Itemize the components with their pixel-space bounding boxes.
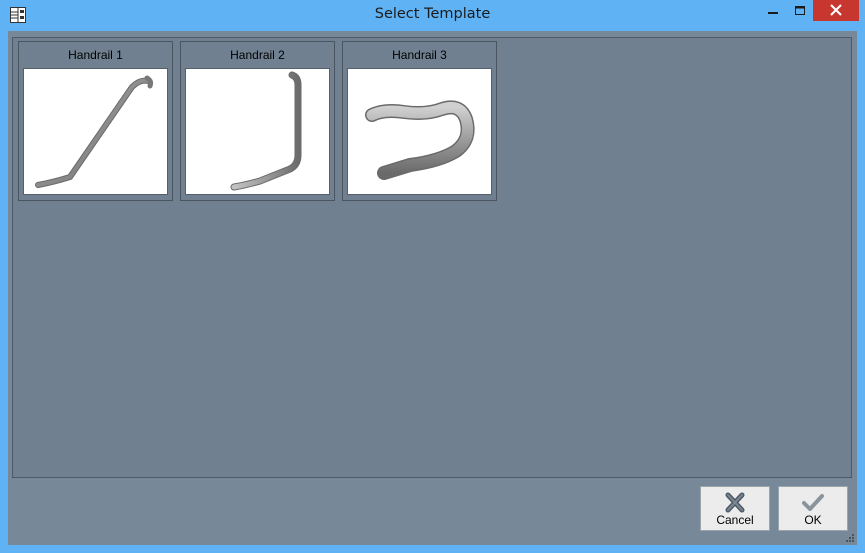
cancel-x-icon	[725, 492, 745, 513]
close-button[interactable]	[813, 0, 859, 21]
cancel-button[interactable]: Cancel	[700, 486, 770, 531]
checkmark-icon	[802, 494, 824, 511]
template-card-handrail-2[interactable]: Handrail 2	[180, 41, 335, 201]
maximize-button[interactable]	[785, 0, 815, 22]
template-label: Handrail 1	[68, 48, 123, 62]
title-bar[interactable]: Select Template	[0, 0, 865, 31]
template-card-handrail-1[interactable]: Handrail 1	[18, 41, 173, 201]
template-thumbnail	[23, 68, 168, 195]
ok-button[interactable]: OK	[778, 486, 848, 531]
template-gallery: Handrail 1 Handrail 2 Handrail 3	[12, 37, 852, 478]
bent-handrail-icon	[230, 71, 302, 191]
straight-angled-handrail-icon	[35, 75, 154, 188]
minimize-button[interactable]	[758, 0, 788, 22]
resize-grip-icon[interactable]	[845, 533, 855, 543]
minimize-icon	[768, 12, 778, 14]
ok-label: OK	[804, 513, 822, 527]
template-label: Handrail 2	[230, 48, 285, 62]
close-icon	[830, 4, 842, 16]
template-card-handrail-3[interactable]: Handrail 3	[342, 41, 497, 201]
template-label: Handrail 3	[392, 48, 447, 62]
cancel-label: Cancel	[716, 513, 754, 527]
template-thumbnail	[347, 68, 492, 195]
select-template-window: Select Template Handrail 1 Handrail 2 Ha…	[0, 0, 865, 553]
u-shaped-handrail-icon	[365, 100, 475, 180]
maximize-icon	[795, 6, 805, 15]
window-title: Select Template	[374, 6, 491, 22]
template-thumbnail	[185, 68, 330, 195]
dialog-client-area: Handrail 1 Handrail 2 Handrail 3 Cancel …	[8, 31, 857, 545]
